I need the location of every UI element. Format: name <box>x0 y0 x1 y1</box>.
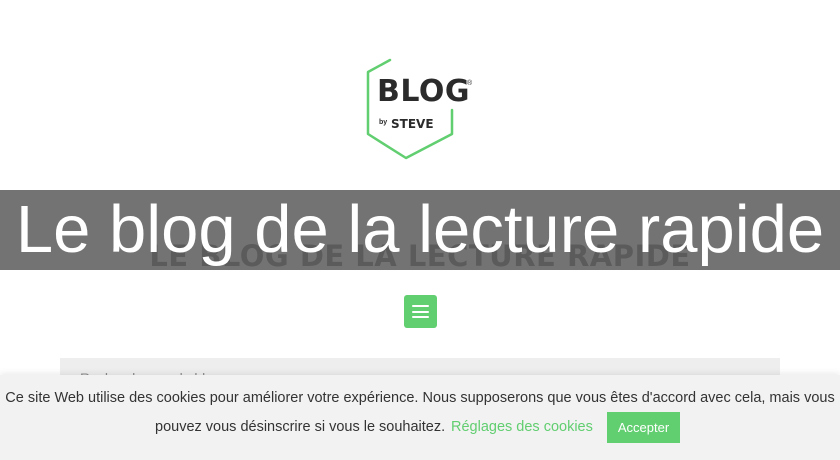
menu-toggle-button[interactable] <box>404 295 437 328</box>
page-title: Le blog de la lecture rapide <box>15 192 825 267</box>
logo-wordmark: BLOG <box>377 74 471 109</box>
cookie-message-line2: pouvez vous désinscrire si vous le souha… <box>155 419 446 435</box>
cookie-banner: Ce site Web utilise des cookies pour amé… <box>0 375 840 460</box>
logo-author-text: STEVE <box>391 117 434 131</box>
cookie-accept-button[interactable]: Accepter <box>607 412 680 443</box>
cookie-settings-link[interactable]: Réglages des cookies <box>451 417 593 437</box>
site-logo[interactable]: BLOG ® by STEVE <box>364 58 476 162</box>
logo-registered-mark: ® <box>467 80 473 87</box>
logo-by-text: by <box>379 119 388 126</box>
cookie-message-line1: Ce site Web utilise des cookies pour amé… <box>5 390 835 406</box>
